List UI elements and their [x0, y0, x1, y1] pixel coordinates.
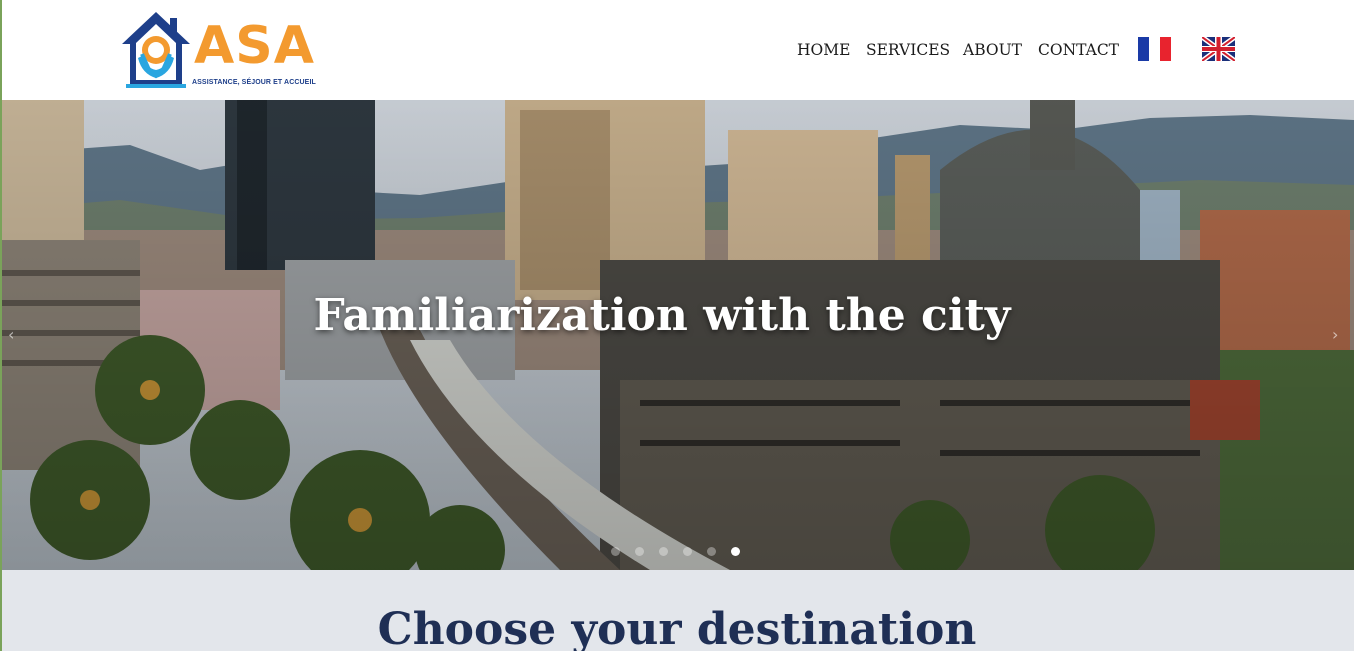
carousel-dot-3[interactable] — [659, 547, 668, 556]
nav-contact[interactable]: CONTACT — [1038, 38, 1119, 62]
flag-uk-icon[interactable] — [1202, 37, 1235, 61]
house-hands-logo-icon — [122, 12, 190, 88]
chevron-right-icon[interactable]: › — [1332, 325, 1338, 344]
site-header: ASA ASSISTANCE, SÉJOUR ET ACCUEIL HOME S… — [0, 0, 1354, 100]
nav-services[interactable]: SERVICES — [866, 38, 950, 62]
flag-france-icon[interactable] — [1138, 37, 1171, 61]
carousel-dot-4[interactable] — [683, 547, 692, 556]
carousel-dot-5[interactable] — [707, 547, 716, 556]
logo-wordmark: ASA — [194, 16, 315, 76]
nav-about[interactable]: ABOUT — [963, 38, 1022, 62]
carousel-dot-1[interactable] — [611, 547, 620, 556]
left-accent-line — [0, 0, 2, 651]
carousel-dot-6[interactable] — [731, 547, 740, 556]
nav-home[interactable]: HOME — [797, 38, 850, 62]
logo-tagline: ASSISTANCE, SÉJOUR ET ACCUEIL — [192, 79, 316, 86]
destination-section: Choose your destination — [0, 570, 1354, 651]
hero-carousel: Familiarization with the city ‹ › — [0, 100, 1354, 570]
carousel-dot-2[interactable] — [635, 547, 644, 556]
asa-logo[interactable]: ASA ASSISTANCE, SÉJOUR ET ACCUEIL — [120, 8, 316, 90]
hero-title: Familiarization with the city — [313, 290, 1011, 341]
section-title: Choose your destination — [377, 604, 977, 651]
carousel-indicators — [611, 547, 740, 557]
chevron-left-icon[interactable]: ‹ — [8, 325, 14, 344]
